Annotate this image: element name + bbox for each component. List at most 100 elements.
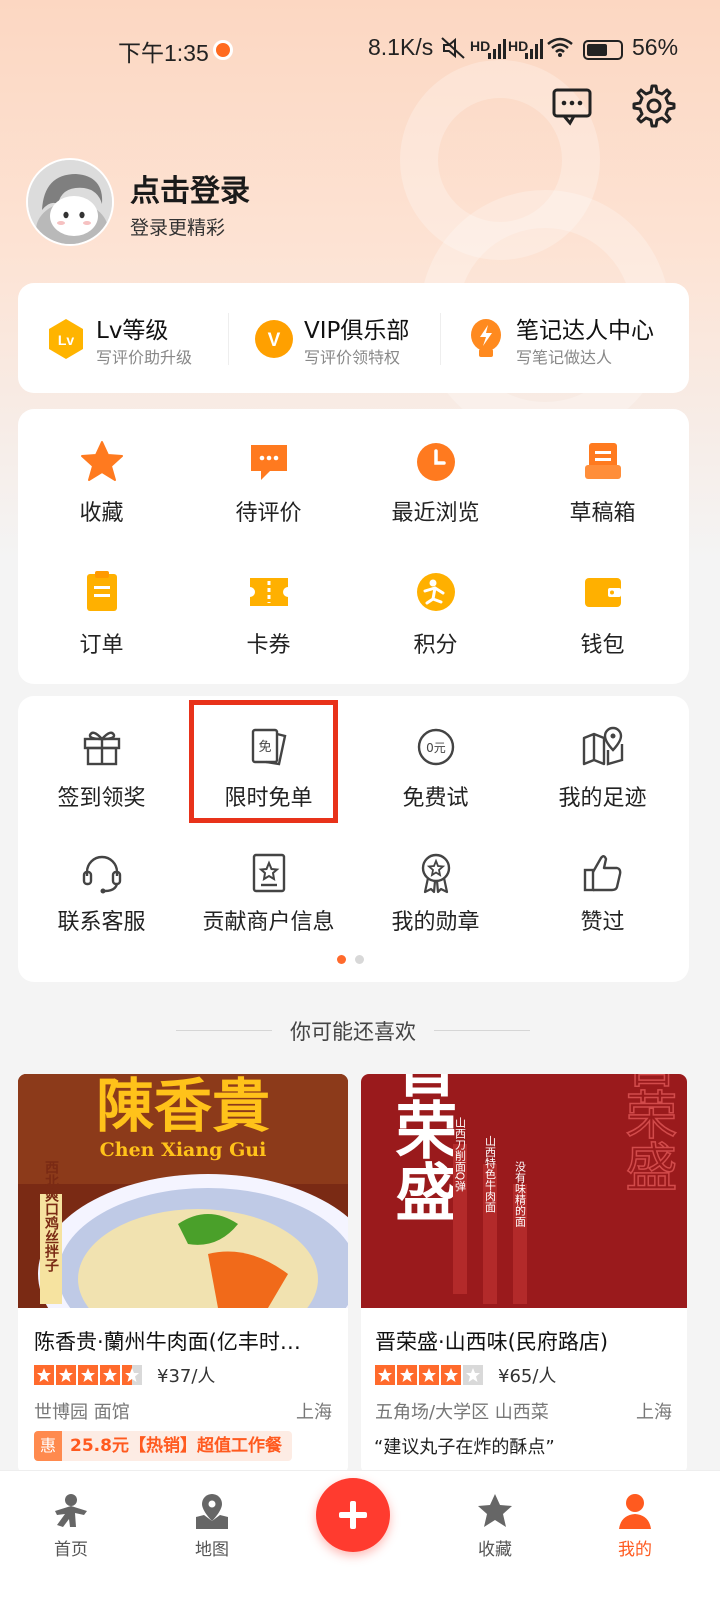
pager-dot [355, 955, 364, 964]
grid-item-pending-review[interactable]: 待评价 [185, 437, 352, 537]
comment-icon [246, 439, 292, 485]
nav-profile[interactable]: 我的 [580, 1491, 690, 1560]
grid-item-contribute[interactable]: 贡献商户信息 [185, 848, 352, 948]
grid-item-liked[interactable]: 赞过 [519, 848, 686, 948]
svg-text:0元: 0元 [426, 741, 446, 755]
highlight-annotation [189, 700, 338, 823]
avatar[interactable] [26, 158, 114, 246]
grid-item-label: 订单 [79, 633, 124, 658]
grid-item-favorites[interactable]: 收藏 [18, 437, 185, 537]
level-item-vip[interactable]: V VIP俱乐部 写评价领特权 [254, 311, 454, 367]
add-post-button[interactable] [316, 1478, 390, 1552]
signal-bars-2-icon [525, 38, 543, 65]
profile-icon [615, 1491, 655, 1531]
nav-label: 首页 [54, 1540, 88, 1560]
grid-item-recent[interactable]: 最近浏览 [352, 437, 519, 537]
level-item-lv[interactable]: Lv Lv等级 写评价助升级 [46, 311, 236, 367]
rating-stars [34, 1365, 144, 1389]
nav-map[interactable]: 地图 [157, 1491, 267, 1560]
order-icon [79, 569, 125, 615]
free-trial-icon: 0元 [413, 724, 459, 770]
level-card: Lv Lv等级 写评价助升级 V VIP俱乐部 写评价领特权 笔记达人中心 写笔… [18, 283, 689, 393]
chat-bubble-icon[interactable] [550, 84, 594, 128]
nav-favorites[interactable]: 收藏 [440, 1491, 550, 1560]
battery-icon [583, 40, 623, 60]
deal-badge[interactable]: 惠 25.8元【热销】超值工作餐 [34, 1431, 292, 1461]
pager-dots [337, 949, 373, 968]
vip-badge-icon: V [254, 317, 294, 361]
wifi-icon [546, 36, 574, 64]
map-pin-icon [580, 724, 626, 770]
grid-item-checkin[interactable]: 签到领奖 [18, 720, 185, 820]
store-info-icon [246, 850, 292, 896]
restaurant-price: ¥65/人 [498, 1366, 557, 1387]
nav-label: 收藏 [478, 1540, 512, 1560]
grid-item-label: 草稿箱 [569, 501, 636, 526]
thumbs-up-icon [580, 850, 626, 896]
nav-home[interactable]: 首页 [16, 1491, 126, 1560]
svg-text:Chen Xiang Gui: Chen Xiang Gui [100, 1139, 267, 1161]
restaurant-review-quote: “建议丸子在炸的酥点” [374, 1437, 555, 1458]
svg-text:Lv: Lv [58, 332, 75, 348]
restaurant-area: 五角场/大学区 山西菜 [375, 1402, 549, 1423]
level-item-title: 笔记达人中心 [516, 318, 654, 344]
restaurant-name[interactable]: 陈香贵·蘭州牛肉面(亿丰时… [34, 1326, 301, 1356]
svg-text:山西刀削面Q弹: 山西刀削面Q弹 [454, 1116, 467, 1192]
divider [440, 313, 441, 365]
pager-dot-active [337, 955, 346, 964]
level-item-notes[interactable]: 笔记达人中心 写笔记做达人 [466, 311, 676, 367]
divider [434, 1030, 530, 1031]
level-item-title: VIP俱乐部 [304, 318, 410, 344]
points-icon [413, 569, 459, 615]
grid-item-drafts[interactable]: 草稿箱 [519, 437, 686, 537]
grid-item-label: 赞过 [580, 910, 625, 935]
grid-item-coupons[interactable]: 卡券 [185, 567, 352, 667]
star-icon [56, 1365, 76, 1385]
svg-text:晋荣盛: 晋荣盛 [385, 1074, 458, 1222]
signal-bars-1-icon [488, 38, 506, 65]
svg-text:西北爽口鸡丝拌子: 西北爽口鸡丝拌子 [43, 1160, 60, 1273]
grid-item-label: 免费试 [402, 786, 469, 811]
gift-icon [79, 724, 125, 770]
star-icon [397, 1365, 417, 1385]
status-time: 下午1:35 [118, 40, 209, 66]
star-icon [419, 1365, 439, 1385]
mute-icon [440, 36, 466, 66]
restaurant-area: 世博园 面馆 [34, 1402, 130, 1423]
app-notification-icon [213, 40, 233, 60]
network-speed: 8.1K/s [368, 34, 434, 60]
star-outline-icon [475, 1491, 515, 1531]
map-icon [192, 1491, 232, 1531]
level-item-title: Lv等级 [96, 318, 169, 344]
grid-item-footprints[interactable]: 我的足迹 [519, 720, 686, 820]
gear-icon[interactable] [632, 84, 676, 128]
svg-text:陳香貴: 陳香貴 [96, 1074, 270, 1140]
grid-item-points[interactable]: 积分 [352, 567, 519, 667]
clock-icon [413, 439, 459, 485]
lv-badge-icon: Lv [46, 317, 86, 361]
svg-text:山西特色牛肉面: 山西特色牛肉面 [484, 1135, 497, 1212]
ticket-icon [246, 569, 292, 615]
level-item-subtitle: 写评价助升级 [96, 348, 193, 367]
deal-text: 25.8元【热销】超值工作餐 [70, 1436, 282, 1456]
grid-item-label: 钱包 [580, 633, 625, 658]
nav-label: 我的 [618, 1540, 652, 1560]
status-bar: 下午1:35 8.1K/s HD HD 56% [0, 32, 720, 68]
services-card: 收藏 待评价 最近浏览 草稿箱 订单 卡券 积分 钱包 [18, 409, 689, 684]
login-title[interactable]: 点击登录 [130, 166, 250, 210]
lightning-bulb-icon [466, 317, 506, 361]
grid-item-medals[interactable]: 我的勋章 [352, 848, 519, 948]
level-item-subtitle: 写评价领特权 [304, 348, 401, 367]
grid-item-label: 联系客服 [57, 910, 146, 935]
grid-item-support[interactable]: 联系客服 [18, 848, 185, 948]
restaurant-image: 陳香貴 Chen Xiang Gui 西北爽口鸡丝拌子 [18, 1074, 348, 1374]
grid-item-free-trial[interactable]: 0元 免费试 [352, 720, 519, 820]
grid-item-wallet[interactable]: 钱包 [519, 567, 686, 667]
svg-text:没有味精的面: 没有味精的面 [514, 1161, 527, 1227]
restaurant-name[interactable]: 晋荣盛·山西味(民府路店) [375, 1326, 608, 1356]
star-icon [100, 1365, 120, 1385]
svg-text:晋荣盛: 晋荣盛 [616, 1074, 676, 1192]
svg-text:V: V [268, 330, 281, 351]
grid-item-label: 我的勋章 [391, 910, 480, 935]
grid-item-orders[interactable]: 订单 [18, 567, 185, 667]
